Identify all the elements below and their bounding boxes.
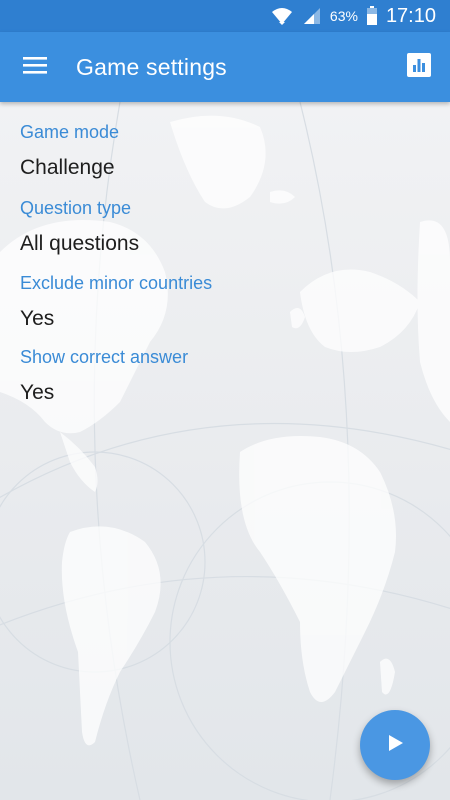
setting-label: Show correct answer: [20, 347, 189, 367]
page-title: Game settings: [76, 53, 227, 80]
setting-game-mode[interactable]: Game mode Challenge: [20, 102, 420, 179]
battery-icon: [366, 6, 378, 26]
menu-button[interactable]: [0, 32, 70, 102]
status-time: 17:10: [385, 4, 436, 27]
play-icon: [384, 732, 406, 759]
setting-label: Question type: [20, 198, 132, 218]
setting-show-correct-answer[interactable]: Show correct answer Yes: [20, 327, 420, 404]
app-bar: Game settings: [0, 32, 450, 102]
setting-label: Exclude minor countries: [20, 273, 213, 293]
start-game-button[interactable]: [360, 710, 430, 780]
setting-value: Challenge: [20, 156, 115, 179]
status-bar: 63% 17:10: [0, 0, 450, 32]
setting-value: Yes: [20, 381, 55, 404]
setting-exclude-minor-countries[interactable]: Exclude minor countries Yes: [20, 253, 420, 330]
stats-button[interactable]: [388, 32, 450, 102]
setting-label: Game mode: [20, 122, 120, 142]
signal-icon: [302, 6, 322, 26]
hamburger-menu-icon: [22, 55, 48, 80]
setting-question-type[interactable]: Question type All questions: [20, 178, 420, 255]
battery-percent: 63%: [329, 8, 358, 24]
wifi-icon: [270, 6, 294, 26]
settings-content: Game mode Challenge Question type All qu…: [0, 102, 450, 800]
bar-chart-icon: [406, 52, 432, 83]
